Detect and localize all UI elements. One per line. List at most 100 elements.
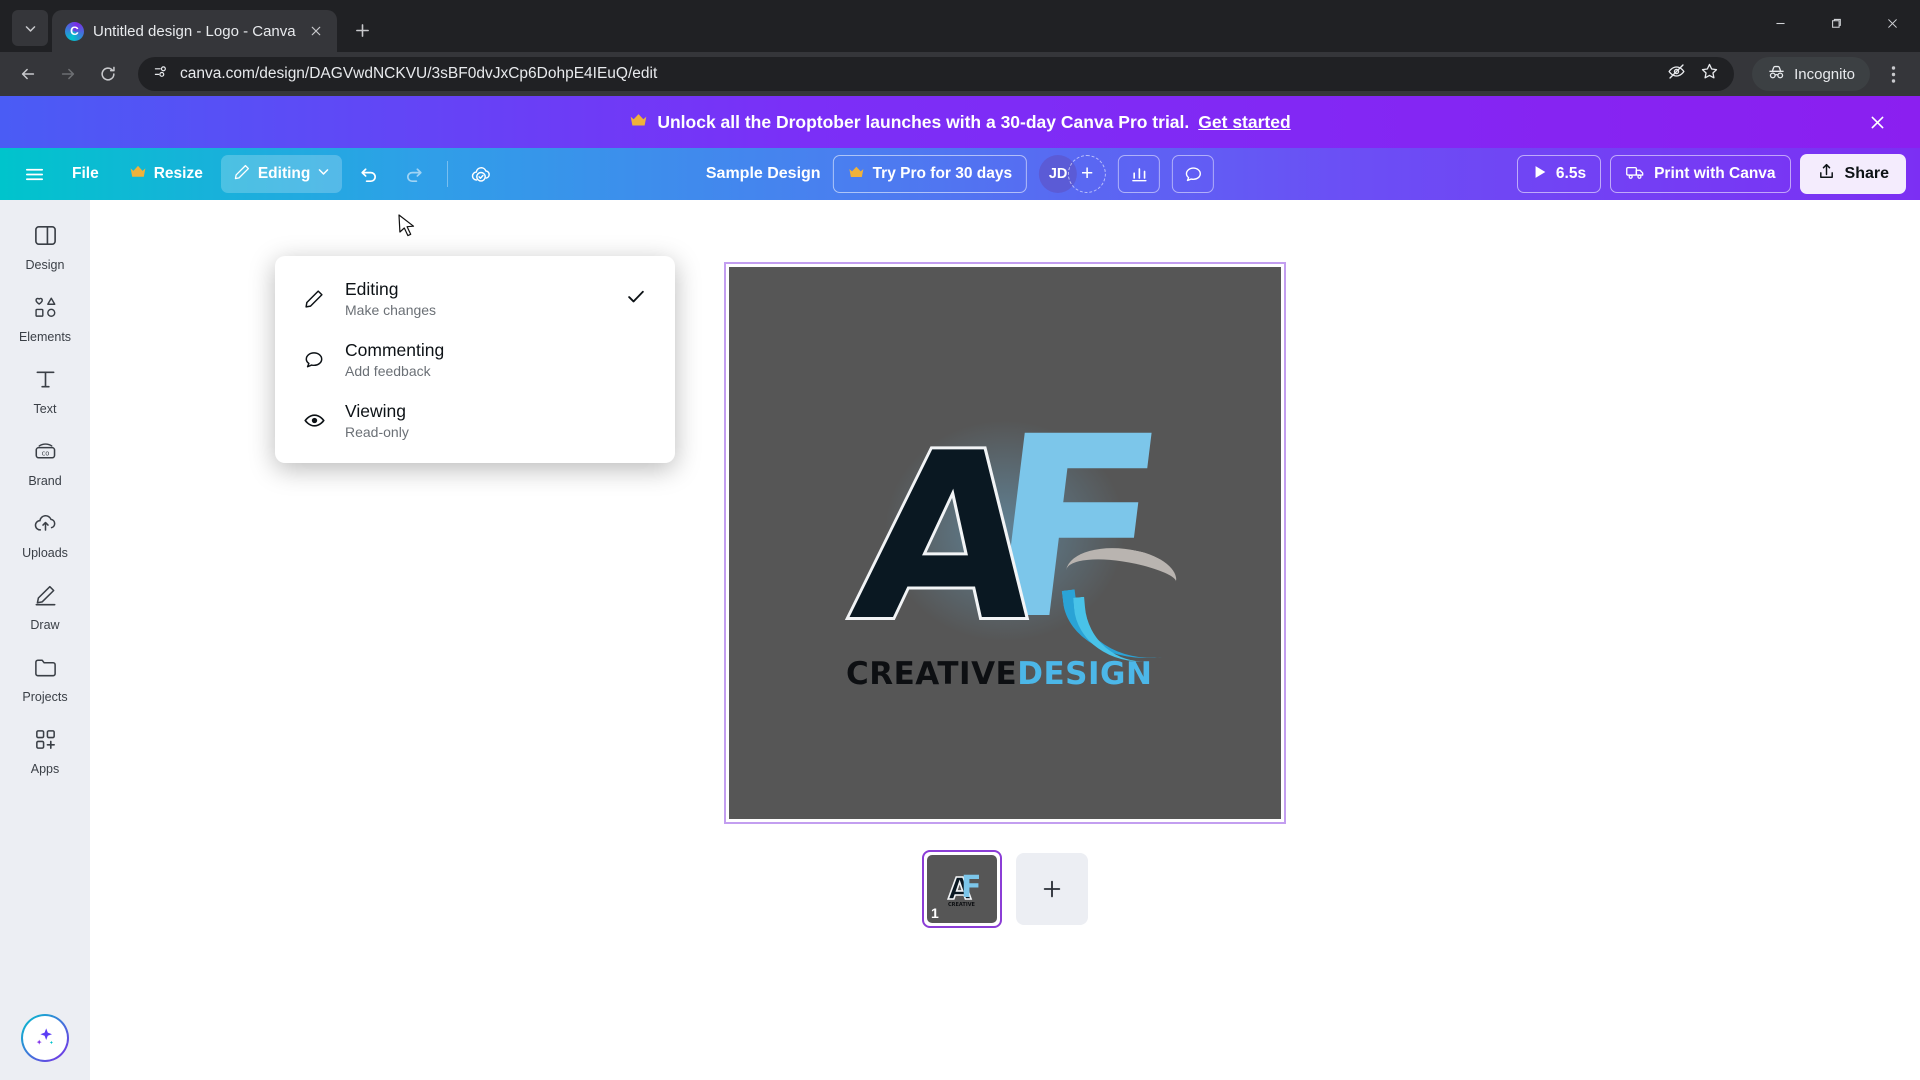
logo-tagline: CREATIVEDESIGN (846, 656, 1152, 692)
artboard-selection-frame[interactable]: F A CREATIVEDESIGN (724, 262, 1286, 824)
new-tab-button[interactable] (346, 13, 380, 47)
add-page-button[interactable] (1016, 853, 1088, 925)
duration-value: 6.5s (1555, 165, 1587, 182)
eye-icon (301, 409, 327, 432)
share-button[interactable]: Share (1799, 154, 1906, 194)
canva-toolbar: File Resize Editing Sample Design Try Pr… (0, 148, 1920, 200)
svg-text:CREATIVE: CREATIVE (948, 902, 976, 908)
restore-icon[interactable] (1808, 0, 1864, 46)
close-icon[interactable] (1864, 0, 1920, 46)
apps-grid-plus-icon (33, 727, 58, 757)
sidebar-item-elements[interactable]: Elements (8, 286, 82, 351)
try-pro-button[interactable]: Try Pro for 30 days (832, 155, 1028, 193)
promo-cta-link[interactable]: Get started (1198, 112, 1290, 133)
crown-icon (629, 112, 648, 133)
artboard[interactable]: F A CREATIVEDESIGN (729, 267, 1281, 819)
magic-studio-button[interactable] (21, 1014, 69, 1062)
share-label: Share (1844, 165, 1889, 182)
dropdown-item-title: Editing (345, 279, 399, 299)
back-arrow-icon[interactable] (10, 56, 46, 92)
forward-arrow-icon[interactable] (50, 56, 86, 92)
dropdown-item-subtitle: Read-only (345, 424, 409, 440)
logo-artwork[interactable]: F A CREATIVEDESIGN (839, 383, 1181, 692)
sidebar-label: Projects (22, 690, 68, 704)
undo-icon[interactable] (348, 155, 388, 193)
pencil-icon (301, 288, 327, 310)
dropdown-item-viewing[interactable]: Viewing Read-only (275, 390, 675, 451)
tab-title: Untitled design - Logo - Canva (93, 22, 296, 40)
add-collaborator-button[interactable]: + (1068, 155, 1107, 193)
sidebar-item-apps[interactable]: Apps (8, 718, 82, 783)
sidebar-item-projects[interactable]: Projects (8, 646, 82, 711)
browser-toolbar: canva.com/design/DAGVwdNCKVU/3sBF0dvJxCp… (0, 52, 1920, 96)
logo-tagline-primary: CREATIVE (846, 656, 1018, 692)
address-bar[interactable]: canva.com/design/DAGVwdNCKVU/3sBF0dvJxCp… (138, 57, 1735, 91)
cloud-check-icon[interactable] (461, 155, 501, 193)
dropdown-item-commenting[interactable]: Commenting Add feedback (275, 329, 675, 390)
svg-text:F: F (961, 870, 982, 905)
minimize-icon[interactable] (1752, 0, 1808, 46)
crown-icon (129, 164, 147, 184)
sidebar-item-design[interactable]: Design (8, 214, 82, 279)
hamburger-menu-icon[interactable] (14, 155, 54, 193)
share-upload-icon (1817, 162, 1836, 186)
logo-tagline-secondary: DESIGN (1017, 656, 1153, 692)
preview-duration-button[interactable]: 6.5s (1516, 155, 1602, 193)
sidebar-item-text[interactable]: Text (8, 358, 82, 423)
bar-chart-icon[interactable] (1118, 155, 1161, 193)
close-icon[interactable] (1862, 107, 1892, 137)
file-menu-button[interactable]: File (60, 155, 111, 193)
sidebar-label: Elements (18, 330, 72, 344)
play-icon (1532, 164, 1548, 185)
sidebar-item-draw[interactable]: Draw (8, 574, 82, 639)
resize-button[interactable]: Resize (117, 155, 215, 193)
design-layout-icon (33, 223, 58, 253)
comment-bubble-icon (301, 349, 327, 371)
tab-search-button[interactable] (12, 10, 48, 46)
folder-icon (33, 655, 58, 685)
comment-bubble-icon[interactable] (1172, 155, 1215, 193)
page-thumbnail[interactable]: A F CREATIVE 1 (922, 850, 1002, 928)
sidebar-item-brand[interactable]: co Brand (8, 430, 82, 495)
pages-row: A F CREATIVE 1 (922, 850, 1088, 928)
kebab-menu-icon[interactable] (1876, 57, 1910, 91)
editing-mode-button[interactable]: Editing (220, 155, 343, 193)
dropdown-item-title: Commenting (345, 340, 445, 360)
sidebar-item-uploads[interactable]: Uploads (8, 502, 82, 567)
dropdown-item-editing[interactable]: Editing Make changes (275, 268, 675, 329)
chevron-down-icon (317, 165, 330, 183)
delivery-truck-icon (1625, 163, 1646, 186)
window-controls (1752, 0, 1920, 46)
magic-sparkle-icon (32, 1023, 58, 1054)
site-settings-icon[interactable] (153, 64, 169, 85)
print-with-canva-button[interactable]: Print with Canva (1610, 155, 1791, 193)
url-text: canva.com/design/DAGVwdNCKVU/3sBF0dvJxCp… (180, 65, 658, 82)
file-label: File (72, 165, 99, 182)
sidebar-label: Brand (28, 474, 62, 488)
close-icon[interactable] (305, 20, 327, 42)
sidebar-label: Text (33, 402, 57, 416)
eye-slash-icon[interactable] (1667, 62, 1686, 86)
add-collaborator-label: + (1080, 162, 1094, 185)
incognito-label: Incognito (1794, 65, 1855, 83)
sidebar-label: Uploads (22, 546, 68, 560)
redo-icon[interactable] (394, 155, 434, 193)
left-sidebar: Design Elements Text co Brand Uploads Dr… (0, 200, 90, 1080)
checkmark-icon (625, 285, 647, 312)
dropdown-item-subtitle: Make changes (345, 302, 437, 318)
toolbar-divider (447, 161, 449, 187)
mouse-cursor (398, 214, 418, 245)
browser-tab[interactable]: C Untitled design - Logo - Canva (52, 10, 337, 52)
text-t-icon (33, 367, 58, 397)
reload-icon[interactable] (90, 56, 126, 92)
try-pro-label: Try Pro for 30 days (872, 165, 1013, 182)
star-icon[interactable] (1700, 62, 1719, 86)
resize-label: Resize (153, 165, 203, 182)
page-number: 1 (931, 905, 939, 921)
document-title[interactable]: Sample Design (706, 165, 821, 183)
print-label: Print with Canva (1654, 165, 1776, 182)
dropdown-item-title: Viewing (345, 401, 406, 421)
incognito-badge[interactable]: Incognito (1752, 57, 1870, 91)
avatar-initials: JD (1048, 166, 1068, 182)
dropdown-item-subtitle: Add feedback (345, 363, 431, 379)
